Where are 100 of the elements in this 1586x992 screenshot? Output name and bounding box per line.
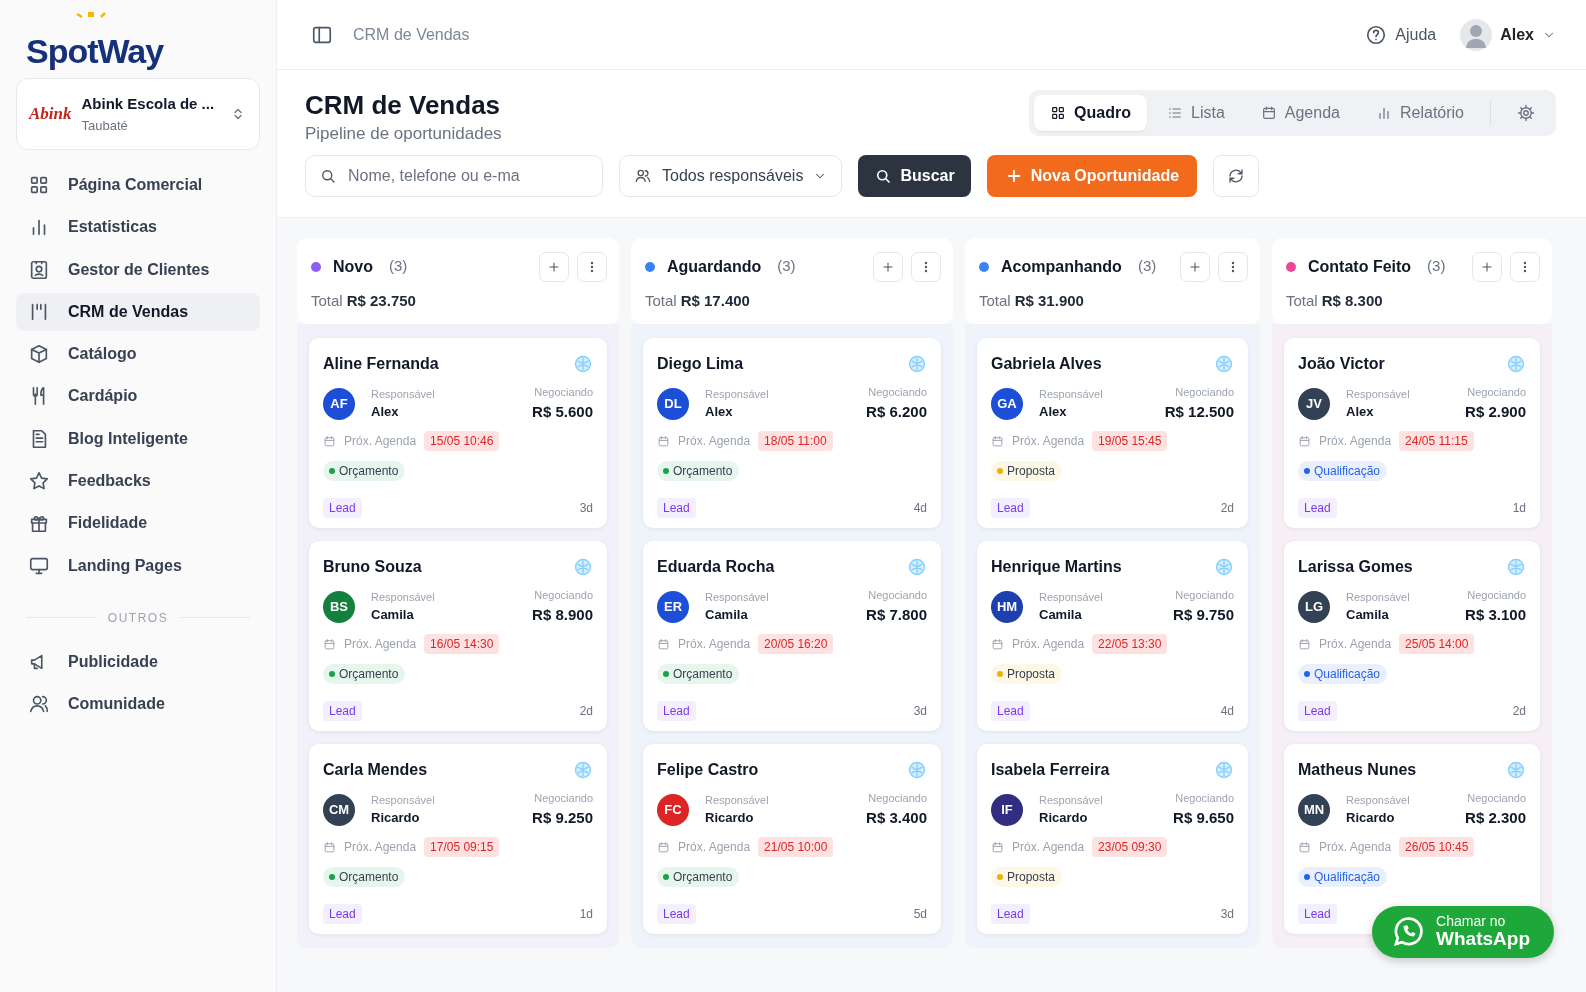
deal-card[interactable]: Gabriela Alves GA Responsável Alex Negociando R$ 12.500 Próx. Agenda 19/05 15:45 Proposta Lead 2d: [977, 338, 1248, 529]
deal-card[interactable]: João Victor JV Responsável Alex Negociando R$ 2.900 Próx. Agenda 24/05 11:15 Qualificação Lead 1d: [1284, 338, 1540, 529]
deal-value: R$ 7.800: [866, 604, 927, 625]
agenda-date: 19/05 15:45: [1092, 431, 1168, 452]
user-menu[interactable]: Alex: [1460, 18, 1556, 51]
avatar-initials: AF: [323, 387, 355, 420]
source-tag: Lead: [657, 498, 696, 519]
calendar-icon: [657, 434, 670, 448]
owner-name: Alex: [1346, 403, 1375, 422]
owner-name: Camila: [705, 606, 749, 625]
tag-label: Orçamento: [339, 666, 399, 684]
total-label: Total: [1286, 290, 1318, 311]
card-age: 4d: [913, 500, 927, 518]
deal-card[interactable]: Carla Mendes CM Responsável Ricardo Negociando R$ 9.250 Próx. Agenda 17/05 09:15 Orçamento Lead 1d: [309, 744, 607, 935]
agenda-label: Próx. Agenda: [344, 839, 417, 857]
more-options-button[interactable]: [1218, 251, 1248, 282]
owner-label: Responsável: [705, 386, 770, 402]
contact-name: Larissa Gomes: [1298, 557, 1413, 578]
sidebar-item[interactable]: Landing Pages: [16, 546, 260, 585]
brand-logo[interactable]: SpotWay: [26, 34, 164, 68]
sidebar-item[interactable]: Fidelidade: [16, 504, 260, 543]
deal-card[interactable]: Aline Fernanda AF Responsável Alex Negociando R$ 5.600 Próx. Agenda 15/05 10:46 Orçamento Lead 3d: [309, 338, 607, 529]
snowflake-icon: [1506, 760, 1526, 781]
avatar-initials: HM: [991, 590, 1023, 623]
card-age: 2d: [579, 703, 593, 721]
owner-label: Responsável: [371, 589, 436, 605]
value-label: Negociando: [1466, 385, 1526, 401]
add-card-button[interactable]: [873, 251, 903, 282]
search-button[interactable]: Buscar: [858, 154, 971, 197]
deal-card[interactable]: Eduarda Rocha ER Responsável Camila Negociando R$ 7.800 Próx. Agenda 20/05 16:20 Orçamento Lead 3d: [643, 541, 941, 732]
breadcrumb[interactable]: CRM de Vendas: [353, 22, 470, 47]
calendar-icon: [323, 840, 336, 854]
avatar-initials: FC: [657, 793, 689, 826]
deal-card[interactable]: Bruno Souza BS Responsável Camila Negociando R$ 8.900 Próx. Agenda 16/05 14:30 Orçamento Lead 2d: [309, 541, 607, 732]
deal-card[interactable]: Henrique Martins HM Responsável Camila Negociando R$ 9.750 Próx. Agenda 22/05 13:30 Proposta Lead 4d: [977, 541, 1248, 732]
tag-label: Qualificação: [1314, 869, 1381, 887]
more-options-button[interactable]: [911, 251, 941, 282]
value-label: Negociando: [867, 588, 927, 604]
sidebar-item[interactable]: Cardápio: [16, 377, 260, 416]
calendar-icon: [1298, 434, 1311, 448]
view-tab[interactable]: Agenda: [1244, 95, 1356, 131]
view-tab[interactable]: Lista: [1151, 95, 1241, 131]
view-tab[interactable]: Quadro: [1034, 95, 1147, 131]
value-label: Negociando: [867, 791, 927, 807]
refresh-button[interactable]: [1213, 154, 1260, 197]
sidebar-item[interactable]: Estatisticas: [16, 208, 260, 247]
avatar-initials: IF: [991, 793, 1023, 826]
snowflake-icon: [573, 760, 593, 781]
sidebar-item[interactable]: Página Comercial: [16, 166, 260, 204]
calendar-icon: [991, 434, 1004, 448]
deal-card[interactable]: Larissa Gomes LG Responsável Camila Negociando R$ 3.100 Próx. Agenda 25/05 14:00 Qualificação Lead 2d: [1284, 541, 1540, 732]
sidebar-item[interactable]: Catálogo: [16, 335, 260, 374]
calendar-icon: [991, 637, 1004, 651]
refresh-icon: [1227, 166, 1246, 185]
sidebar-item[interactable]: Comunidade: [16, 684, 260, 723]
deal-card[interactable]: Felipe Castro FC Responsável Ricardo Negociando R$ 3.400 Próx. Agenda 21/05 10:00 Orçamento Lead 5d: [643, 744, 941, 935]
snowflake-icon: [1214, 354, 1234, 375]
agenda-date: 18/05 11:00: [758, 431, 833, 452]
source-tag: Lead: [657, 904, 696, 925]
owner-name: Camila: [371, 606, 415, 625]
deal-value: R$ 3.400: [866, 807, 927, 828]
deal-value: R$ 9.650: [1173, 807, 1234, 828]
add-card-button[interactable]: [539, 251, 569, 282]
owner-label: Responsável: [371, 792, 436, 808]
sidebar-item[interactable]: Gestor de Clientes: [16, 250, 260, 289]
column-title: Aguardando: [667, 256, 762, 277]
plus-icon: [1480, 259, 1494, 274]
card-age: 5d: [913, 906, 927, 924]
column-count: (3): [1427, 256, 1446, 277]
value-label: Negociando: [1466, 791, 1526, 807]
deal-card[interactable]: Diego Lima DL Responsável Alex Negociando R$ 6.200 Próx. Agenda 18/05 11:00 Orçamento Lead 4d: [643, 338, 941, 529]
tag-label: Proposta: [1007, 463, 1056, 481]
sidebar-item[interactable]: Publicidade: [16, 642, 260, 681]
deal-value: R$ 6.200: [866, 401, 927, 422]
box-icon: [28, 343, 50, 366]
search-field[interactable]: Nome, telefone ou e-ma: [305, 154, 603, 197]
deal-card[interactable]: Isabela Ferreira IF Responsável Ricardo Negociando R$ 9.650 Próx. Agenda 23/05 09:30 Proposta Lead 3d: [977, 744, 1248, 935]
whatsapp-label: Chamar no: [1436, 913, 1507, 930]
add-card-button[interactable]: [1472, 251, 1502, 282]
avatar-initials: BS: [323, 590, 355, 623]
total-label: Total: [979, 290, 1011, 311]
more-options-button[interactable]: [1510, 251, 1540, 282]
deal-value: R$ 2.900: [1465, 401, 1526, 422]
owner-name: Ricardo: [371, 809, 421, 828]
agenda-label: Próx. Agenda: [1012, 839, 1085, 857]
view-tab[interactable]: Relatório: [1359, 95, 1480, 131]
owner-dropdown[interactable]: Todos responsáveis: [619, 154, 843, 197]
card-age: 4d: [1220, 703, 1234, 721]
more-options-button[interactable]: [577, 251, 607, 282]
tag-label: Orçamento: [673, 666, 733, 684]
sidebar-item[interactable]: CRM de Vendas: [16, 292, 260, 331]
add-card-button[interactable]: [1180, 251, 1210, 282]
source-tag: Lead: [323, 701, 362, 722]
help-link[interactable]: Ajuda: [1365, 22, 1437, 47]
agenda-label: Próx. Agenda: [344, 636, 417, 654]
total-label: Total: [645, 290, 677, 311]
sidebar-item[interactable]: Blog Inteligente: [16, 419, 260, 458]
source-tag: Lead: [1298, 904, 1337, 925]
sidebar-item[interactable]: Feedbacks: [16, 462, 260, 501]
calendar-icon: [1298, 637, 1311, 651]
